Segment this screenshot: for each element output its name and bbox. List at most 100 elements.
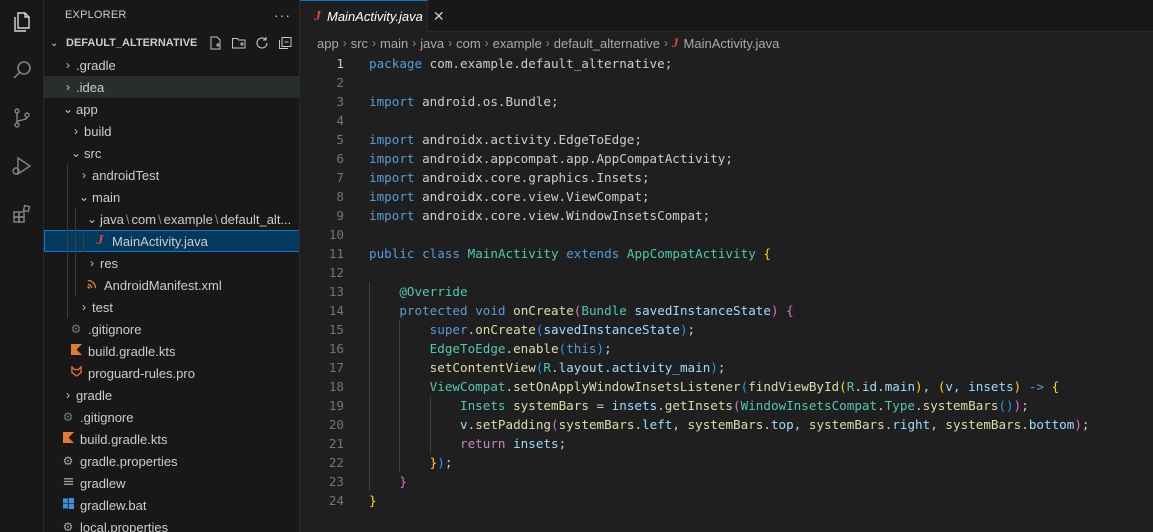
code-line[interactable]: @Override bbox=[369, 282, 1090, 301]
tree-item-androidmanifest-xml[interactable]: AndroidManifest.xml bbox=[44, 274, 299, 296]
breadcrumb-item[interactable]: example bbox=[493, 36, 542, 51]
line-number: 2 bbox=[336, 75, 344, 90]
tree-item-proguard-rules[interactable]: proguard-rules.pro bbox=[44, 362, 299, 384]
code-line[interactable]: }); bbox=[369, 453, 1090, 472]
tree-item-label: build.gradle.kts bbox=[88, 343, 176, 359]
code-line[interactable]: import androidx.activity.EdgeToEdge; bbox=[369, 130, 1090, 149]
tree-item-label: proguard-rules.pro bbox=[88, 365, 195, 381]
code-line[interactable]: } bbox=[369, 472, 1090, 491]
code-line[interactable] bbox=[369, 73, 1090, 92]
code-line[interactable]: EdgeToEdge.enable(this); bbox=[369, 339, 1090, 358]
new-folder-icon[interactable] bbox=[230, 35, 247, 51]
chevron-right-icon: › bbox=[74, 124, 78, 138]
tree-item-test-folder[interactable]: › test bbox=[44, 296, 299, 318]
chevron-right-icon: › bbox=[412, 36, 417, 50]
extensions-icon[interactable] bbox=[0, 192, 44, 236]
tree-item-label: main bbox=[92, 189, 121, 205]
line-number: 6 bbox=[336, 151, 344, 166]
line-number: 11 bbox=[328, 246, 344, 261]
more-actions-icon[interactable]: ··· bbox=[274, 7, 291, 23]
tree-item-res-folder[interactable]: › res bbox=[44, 252, 299, 274]
line-number: 17 bbox=[328, 360, 344, 375]
line-number: 19 bbox=[328, 398, 344, 413]
breadcrumb-item[interactable]: app bbox=[317, 36, 339, 51]
breadcrumb-item[interactable]: main bbox=[380, 36, 408, 51]
tree-item-gradlew-bat[interactable]: gradlew.bat bbox=[44, 494, 299, 516]
tab-mainactivity-java[interactable]: J MainActivity.java ✕ bbox=[300, 0, 445, 32]
new-file-icon[interactable] bbox=[207, 35, 224, 51]
tree-item-gradle-dir[interactable]: › gradle bbox=[44, 384, 299, 406]
breadcrumb-item[interactable]: src bbox=[351, 36, 368, 51]
source-control-icon[interactable] bbox=[0, 96, 44, 140]
code-line[interactable]: protected void onCreate(Bundle savedInst… bbox=[369, 301, 1090, 320]
code-line[interactable]: import android.os.Bundle; bbox=[369, 92, 1090, 111]
refresh-icon[interactable] bbox=[253, 35, 270, 51]
code-line[interactable]: } bbox=[369, 491, 1090, 510]
tree-item-java-package-folder[interactable]: ⌄ java \ com \ example \ default_alt... bbox=[44, 208, 299, 230]
code-line[interactable]: public class MainActivity extends AppCom… bbox=[369, 244, 1090, 263]
code-line[interactable]: import androidx.core.view.WindowInsetsCo… bbox=[369, 206, 1090, 225]
java-file-icon: J bbox=[672, 35, 679, 50]
tree-item-root-build-gradle-kts[interactable]: build.gradle.kts bbox=[44, 428, 299, 450]
code-area[interactable]: package com.example.default_alternative;… bbox=[369, 54, 1090, 510]
tree-item-build-folder[interactable]: › build bbox=[44, 120, 299, 142]
tree-item-local-properties[interactable]: ⚙ local.properties bbox=[44, 516, 299, 532]
code-line[interactable] bbox=[369, 225, 1090, 244]
code-line[interactable] bbox=[369, 263, 1090, 282]
indent-guide bbox=[75, 230, 76, 252]
code-line[interactable]: setContentView(R.layout.activity_main); bbox=[369, 358, 1090, 377]
tree-item-label: gradlew bbox=[80, 475, 126, 491]
tree-item-mainactivity-java[interactable]: J MainActivity.java bbox=[44, 230, 299, 252]
tree-item-app-build-gradle-kts[interactable]: build.gradle.kts bbox=[44, 340, 299, 362]
code-line[interactable]: import androidx.core.view.ViewCompat; bbox=[369, 187, 1090, 206]
chevron-right-icon: › bbox=[66, 80, 70, 94]
java-file-icon: J bbox=[96, 233, 104, 248]
tree-item-idea-folder[interactable]: › .idea bbox=[44, 76, 299, 98]
code-line[interactable]: super.onCreate(savedInstanceState); bbox=[369, 320, 1090, 339]
explorer-icon[interactable] bbox=[0, 0, 44, 44]
run-debug-icon[interactable] bbox=[0, 144, 44, 188]
tree-item-label: gradle bbox=[76, 387, 113, 403]
code-line[interactable]: ViewCompat.setOnApplyWindowInsetsListene… bbox=[369, 377, 1090, 396]
tree-item-app-gitignore[interactable]: ⚙ .gitignore bbox=[44, 318, 299, 340]
file-lines-icon bbox=[60, 476, 76, 490]
code-line[interactable]: package com.example.default_alternative; bbox=[369, 54, 1090, 73]
code-line[interactable] bbox=[369, 111, 1090, 130]
chevron-down-icon: ⌄ bbox=[50, 37, 59, 49]
tree-item-main-folder[interactable]: ⌄ main bbox=[44, 186, 299, 208]
tree-item-androidtest-folder[interactable]: › androidTest bbox=[44, 164, 299, 186]
breadcrumb-item[interactable]: com bbox=[456, 36, 481, 51]
chevron-right-icon: › bbox=[372, 36, 377, 50]
tree-item-app-folder[interactable]: ⌄ app bbox=[44, 98, 299, 120]
indent-guide bbox=[67, 208, 68, 230]
breadcrumb-item[interactable]: java bbox=[420, 36, 444, 51]
tree-item-root-gitignore[interactable]: ⚙ .gitignore bbox=[44, 406, 299, 428]
close-icon[interactable]: ✕ bbox=[433, 8, 445, 25]
search-icon[interactable] bbox=[0, 48, 44, 92]
code-line[interactable]: Insets systemBars = insets.getInsets(Win… bbox=[369, 396, 1090, 415]
code-line[interactable]: return insets; bbox=[369, 434, 1090, 453]
line-number: 23 bbox=[328, 474, 344, 489]
line-number: 10 bbox=[328, 227, 344, 242]
project-section-header[interactable]: ⌄ DEFAULT_ALTERNATIVE bbox=[44, 30, 299, 56]
tree-item-label: AndroidManifest.xml bbox=[104, 277, 222, 293]
code-line[interactable]: import androidx.appcompat.app.AppCompatA… bbox=[369, 149, 1090, 168]
code-line[interactable]: v.setPadding(systemBars.left, systemBars… bbox=[369, 415, 1090, 434]
tree-item-src-folder[interactable]: ⌄ src bbox=[44, 142, 299, 164]
code-editor[interactable]: 1 2 3 4 5 6 7 8 9 10 11 12 13 14 15 16 17 18 19 20 21 22 23 24 … bbox=[300, 54, 1153, 532]
tree-item-gradlew[interactable]: gradlew bbox=[44, 472, 299, 494]
indent-guide bbox=[75, 252, 76, 274]
code-line[interactable]: import androidx.core.graphics.Insets; bbox=[369, 168, 1090, 187]
tree-item-label: test bbox=[92, 299, 113, 315]
tree-item-label: gradle.properties bbox=[80, 453, 178, 469]
line-number: 5 bbox=[336, 132, 344, 147]
tree-item-label: local.properties bbox=[80, 519, 169, 532]
kotlin-file-icon bbox=[68, 344, 84, 358]
tree-item-gradle-properties[interactable]: ⚙ gradle.properties bbox=[44, 450, 299, 472]
chevron-down-icon: ⌄ bbox=[86, 212, 98, 226]
breadcrumb-file[interactable]: MainActivity.java bbox=[684, 36, 780, 51]
tree-item-gradle-folder[interactable]: › .gradle bbox=[44, 54, 299, 76]
chevron-right-icon: › bbox=[545, 36, 550, 50]
breadcrumb-item[interactable]: default_alternative bbox=[554, 36, 660, 51]
collapse-all-icon[interactable] bbox=[276, 35, 293, 51]
